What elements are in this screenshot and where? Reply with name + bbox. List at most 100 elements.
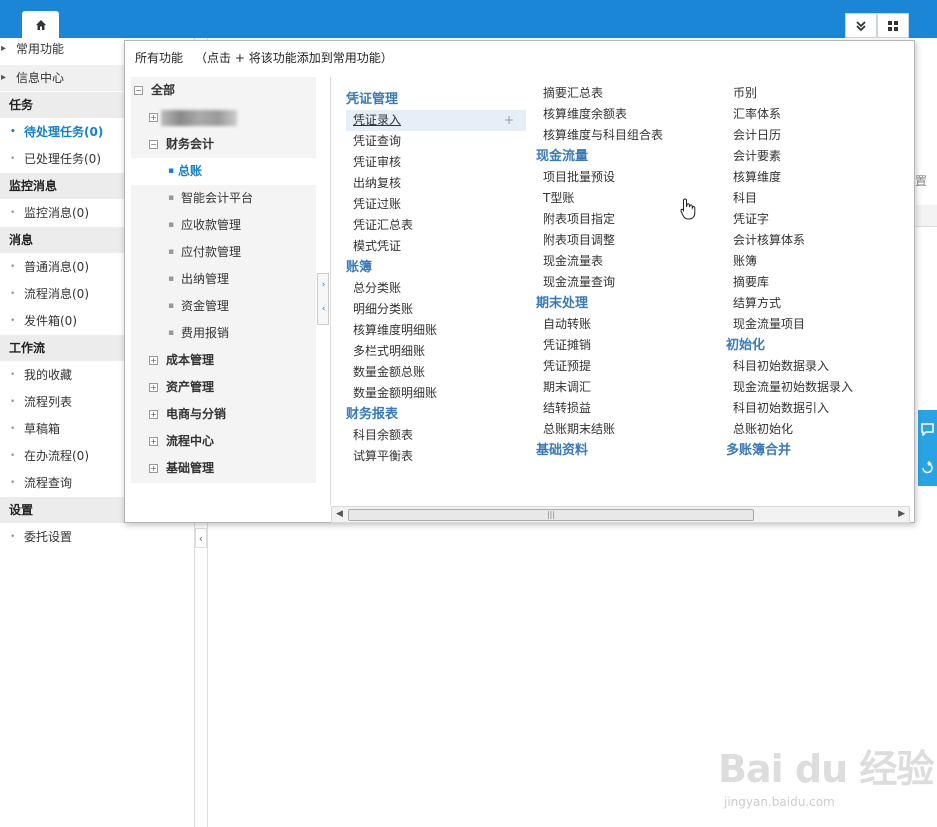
function-item[interactable]: 出纳复核 (346, 173, 526, 194)
sidebar-collapse-button[interactable]: ‹ (195, 528, 207, 548)
function-item[interactable]: 凭证查询 (346, 131, 526, 152)
function-item[interactable]: 数量金额总账 (346, 362, 526, 383)
refresh-icon (922, 460, 933, 473)
function-item[interactable]: 科目初始数据录入 (726, 356, 906, 377)
function-item[interactable]: 结转损益 (536, 398, 716, 419)
function-item[interactable]: 现金流量项目 (726, 314, 906, 335)
function-item[interactable]: 会计日历 (726, 125, 906, 146)
tree-label: 资金管理 (181, 299, 230, 313)
function-item[interactable]: 总账初始化 (726, 419, 906, 440)
function-item[interactable]: 汇率体系 (726, 104, 906, 125)
function-item[interactable]: 附表项目调整 (536, 230, 716, 251)
tree-node-smart-accounting[interactable]: ▪ 智能会计平台 (131, 185, 316, 212)
function-item[interactable]: 结算方式 (726, 293, 906, 314)
function-item[interactable]: 明细分类账 (346, 299, 526, 320)
function-item[interactable]: 数量金额明细账 (346, 383, 526, 404)
expand-icon[interactable]: + (149, 383, 158, 392)
function-item[interactable]: 现金流量初始数据录入 (726, 377, 906, 398)
function-item[interactable]: 核算维度 (726, 167, 906, 188)
function-item[interactable]: 账簿 (726, 251, 906, 272)
tree-node-cost[interactable]: + 成本管理 (131, 347, 316, 374)
function-item[interactable]: 项目批量预设 (536, 167, 716, 188)
function-item[interactable]: 科目余额表 (346, 425, 526, 446)
function-item[interactable]: 科目 (726, 188, 906, 209)
sidebar-item-delegate[interactable]: 委托设置 (0, 524, 195, 550)
tree-node-funds[interactable]: ▪ 资金管理 (131, 293, 316, 320)
refresh-button[interactable] (918, 448, 937, 486)
function-item-label: 科目初始数据录入 (733, 359, 830, 373)
function-item[interactable]: 现金流量查询 (536, 272, 716, 293)
bullet: ▪ (168, 274, 175, 284)
function-item[interactable]: 凭证过账 (346, 194, 526, 215)
function-item[interactable]: 摘要汇总表 (536, 83, 716, 104)
tree-node-receivable[interactable]: ▪ 应收款管理 (131, 212, 316, 239)
function-item[interactable]: 自动转账 (536, 314, 716, 335)
chevron-right-icon[interactable]: › (319, 280, 328, 290)
collapse-icon[interactable]: − (149, 140, 158, 149)
section-heading: 账簿 (346, 260, 373, 275)
function-column-1: 凭证管理 凭证录入 + 凭证查询 凭证审核 出纳复核 凭证过账 凭证汇总表 模式凭证 账簿 总分类账… (346, 89, 526, 467)
function-item[interactable]: 凭证汇总表 (346, 215, 526, 236)
tree-node-general-ledger[interactable]: ▪ 总账 (131, 158, 316, 185)
home-tab[interactable] (22, 11, 59, 38)
function-item-label: 试算平衡表 (353, 449, 414, 463)
function-item[interactable]: 总分类账 (346, 278, 526, 299)
chevron-left-icon[interactable]: ‹ (319, 304, 328, 314)
bullet: ▪ (168, 247, 175, 257)
function-item-label: 数量金额总账 (353, 365, 426, 379)
expand-icon[interactable]: + (149, 464, 158, 473)
function-item[interactable]: 科目初始数据引入 (726, 398, 906, 419)
tree-node-basic-mgmt[interactable]: + 基础管理 (131, 455, 316, 482)
function-item[interactable]: 现金流量表 (536, 251, 716, 272)
tree-node-ecommerce[interactable]: + 电商与分销 (131, 401, 316, 428)
function-item[interactable]: 凭证预提 (536, 356, 716, 377)
expand-icon[interactable]: + (149, 113, 158, 122)
function-item[interactable]: 凭证录入 + (346, 110, 526, 131)
function-item[interactable]: 币别 (726, 83, 906, 104)
function-item[interactable]: 凭证审核 (346, 152, 526, 173)
group-title: 工作流 (9, 341, 46, 355)
function-item[interactable]: 凭证字 (726, 209, 906, 230)
redacted-label (161, 110, 237, 126)
function-item[interactable]: 凭证摊销 (536, 335, 716, 356)
scroll-right-icon[interactable]: ▶ (898, 509, 905, 519)
expand-icon[interactable]: + (149, 437, 158, 446)
collapse-button[interactable] (845, 13, 877, 38)
function-item-label: 会计核算体系 (733, 233, 806, 247)
section-heading: 初始化 (726, 338, 766, 353)
tree-node-assets[interactable]: + 资产管理 (131, 374, 316, 401)
tree-node-workflow-center[interactable]: + 流程中心 (131, 428, 316, 455)
function-item-label: 项目批量预设 (543, 170, 616, 184)
tree-node-cashier[interactable]: ▪ 出纳管理 (131, 266, 316, 293)
tree-node-finance[interactable]: − 财务会计 (131, 131, 316, 158)
function-item[interactable]: 多栏式明细账 (346, 341, 526, 362)
tree-node-payable[interactable]: ▪ 应付款管理 (131, 239, 316, 266)
tree-label: 流程中心 (166, 434, 215, 448)
function-item[interactable]: 会计核算体系 (726, 230, 906, 251)
function-item[interactable]: 核算维度明细账 (346, 320, 526, 341)
collapse-icon[interactable]: − (134, 86, 143, 95)
panel-splitter[interactable]: › ‹ (317, 273, 329, 325)
scroll-left-icon[interactable]: ◀ (336, 509, 343, 519)
function-item[interactable]: 核算维度与科目组合表 (536, 125, 716, 146)
apps-button[interactable] (877, 13, 909, 38)
tree-node-expense[interactable]: ▪ 费用报销 (131, 320, 316, 347)
function-item[interactable]: 会计要素 (726, 146, 906, 167)
function-item[interactable]: 核算维度余额表 (536, 104, 716, 125)
function-item-label: 结算方式 (733, 296, 782, 310)
feedback-button[interactable] (918, 410, 937, 448)
function-item-label: 总账期末结账 (543, 422, 616, 436)
scrollbar-thumb[interactable]: ||| (348, 509, 754, 521)
function-item[interactable]: 摘要库 (726, 272, 906, 293)
add-to-favorites-icon[interactable]: + (504, 110, 514, 131)
function-item-label: 附表项目调整 (543, 233, 616, 247)
horizontal-scrollbar[interactable]: ◀ ||| ▶ (331, 506, 910, 523)
tree-node-redacted[interactable]: + (131, 104, 316, 131)
function-item[interactable]: 期末调汇 (536, 377, 716, 398)
function-item[interactable]: 总账期末结账 (536, 419, 716, 440)
function-item[interactable]: 试算平衡表 (346, 446, 526, 467)
expand-icon[interactable]: + (149, 356, 158, 365)
expand-icon[interactable]: + (149, 410, 158, 419)
function-item[interactable]: 模式凭证 (346, 236, 526, 257)
tree-node-all[interactable]: − 全部 (131, 77, 316, 104)
